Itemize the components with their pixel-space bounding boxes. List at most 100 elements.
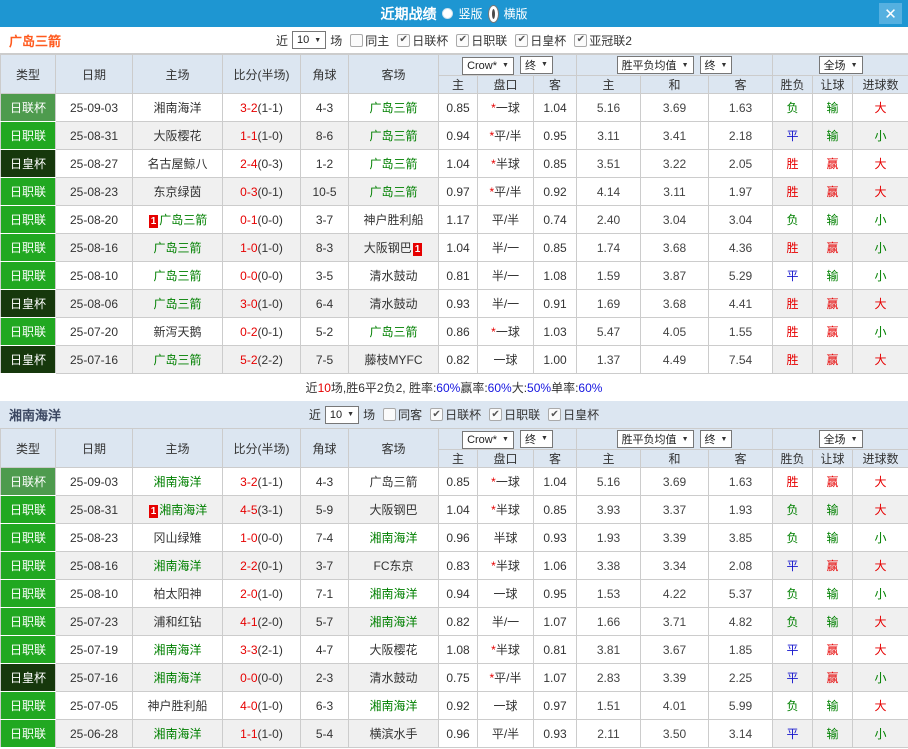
select-value: 全场 xyxy=(823,60,846,72)
results-table: 类型 日期 主场 比分(半场) 角球 客场 Crow* ▼ 终 ▼ 胜平负均值 ▼ 终 ▼ 全场 ▼ 主盘口客主… xyxy=(0,54,908,374)
column-header: 客场 xyxy=(348,54,439,94)
checkbox-checked-icon[interactable]: ✔ xyxy=(397,33,411,47)
subcolumn-header: 和 xyxy=(640,449,709,468)
select-value: 胜平负均值 xyxy=(621,60,677,72)
column-header: 日期 xyxy=(55,428,133,468)
checkbox-checked-icon[interactable]: ✔ xyxy=(489,408,503,421)
halftime-score: (1-0) xyxy=(257,698,283,713)
odds-source-select[interactable]: Crow* ▼ xyxy=(462,430,514,449)
same-venue-filter[interactable]: 同客 xyxy=(383,406,422,423)
fulltime-score: 1-1 xyxy=(240,128,258,143)
fulltime-score: 3-0 xyxy=(240,296,258,311)
away-team-name: 广岛三箭 xyxy=(369,475,418,489)
ah-line: 一球 xyxy=(477,691,534,720)
ah-home-odds: 0.83 xyxy=(438,551,478,580)
checkbox-checked-icon[interactable]: ✔ xyxy=(574,33,588,47)
match-row: 日皇杯 25-08-27 名古屋鲸八 2-4(0-3) 1-2 广岛三箭 1.04 *半球 0.… xyxy=(0,149,908,178)
radio-horizontal-label[interactable]: 横版 xyxy=(504,5,528,22)
odds-source-select[interactable]: 全场 ▼ xyxy=(818,56,863,74)
result-goals: 小 xyxy=(852,719,908,748)
ah-home-odds: 0.96 xyxy=(438,523,478,552)
odds-source-select[interactable]: 终 ▼ xyxy=(519,55,553,74)
corner-count: 5-2 xyxy=(300,317,349,346)
home-team: 广岛三箭 xyxy=(132,233,223,262)
league-filter[interactable]: ✔ 日联杯 xyxy=(397,32,448,49)
eu-draw-odds: 4.22 xyxy=(640,579,709,608)
subcolumn-header: 盘口 xyxy=(477,75,534,94)
checkbox-checked-icon[interactable]: ✔ xyxy=(515,33,529,47)
eu-home-odds: 1.69 xyxy=(576,289,641,318)
subcolumn-header: 让球 xyxy=(812,449,854,468)
home-team-name: 湘南海洋 xyxy=(153,643,202,657)
match-filter: 近 10 ▼ 场同主 ✔ 日联杯 ✔ 日职联 ✔ 日皇杯 ✔ 亚冠联2 xyxy=(276,31,632,49)
away-team-name: 大阪钢巴 xyxy=(369,503,418,517)
header-row-groups: 类型 日期 主场 比分(半场) 角球 客场 Crow* ▼ 终 ▼ 胜平负均值 ▼ 终 ▼ 全场 ▼ xyxy=(0,54,908,94)
checkbox-checked-icon[interactable]: ✔ xyxy=(430,408,444,421)
fulltime-score: 0-1 xyxy=(240,212,258,227)
ah-away-odds: 0.81 xyxy=(533,635,577,664)
corner-count: 5-4 xyxy=(300,719,349,748)
match-count-select[interactable]: 10 ▼ xyxy=(324,405,360,424)
match-score: 3-0(1-0) xyxy=(222,289,301,318)
radio-horizontal-icon[interactable] xyxy=(487,4,499,23)
odds-source-select[interactable]: 全场 ▼ xyxy=(818,430,863,448)
result-goals: 大 xyxy=(852,467,908,496)
league-filter[interactable]: ✔ 亚冠联2 xyxy=(574,32,632,49)
same-venue-filter[interactable]: 同主 xyxy=(350,32,389,49)
halftime-score: (1-0) xyxy=(257,726,283,741)
eu-draw-odds: 3.22 xyxy=(640,149,709,178)
ah-line: 半/一 xyxy=(477,289,534,318)
chevron-down-icon: ▼ xyxy=(681,435,689,443)
ah-line: 一球 xyxy=(477,345,534,374)
odds-source-select[interactable]: 终 ▼ xyxy=(699,56,733,74)
summary-segment: 60% xyxy=(487,380,512,395)
chevron-down-icon: ▼ xyxy=(720,61,728,69)
corner-count: 3-7 xyxy=(300,551,349,580)
summary-segment: 近 xyxy=(305,381,318,395)
halftime-score: (2-2) xyxy=(257,352,283,367)
match-row: 日职联 25-08-10 广岛三箭 0-0(0-0) 3-5 清水鼓动 0.81 半/一 1.0… xyxy=(0,261,908,290)
league-filter-label: 日联杯 xyxy=(445,408,482,422)
odds-source-select[interactable]: 终 ▼ xyxy=(699,430,733,448)
corner-count: 4-7 xyxy=(300,635,349,664)
odds-source-select[interactable]: 胜平负均值 ▼ xyxy=(616,430,694,448)
odds-source-select[interactable]: 胜平负均值 ▼ xyxy=(616,56,694,74)
result-handicap: 赢 xyxy=(812,345,854,374)
match-count-select[interactable]: 10 ▼ xyxy=(292,31,327,49)
ah-home-odds: 0.86 xyxy=(438,317,478,346)
radio-vertical-label[interactable]: 竖版 xyxy=(458,5,482,22)
match-row: 日职联 25-06-28 湘南海洋 1-1(1-0) 5-4 横滨水手 0.96 平/半 0.9… xyxy=(0,719,908,748)
league-filter[interactable]: ✔ 日职联 xyxy=(489,406,540,423)
odds-source-select[interactable]: Crow* ▼ xyxy=(462,56,514,75)
result-goals: 大 xyxy=(852,607,908,636)
result-handicap: 赢 xyxy=(812,635,854,664)
result-goals: 大 xyxy=(852,149,908,178)
ah-line: *一球 xyxy=(477,467,534,496)
league-filter[interactable]: ✔ 日联杯 xyxy=(430,406,481,423)
ah-line-name: 平/半 xyxy=(494,671,522,685)
home-team: 名古屋鲸八 xyxy=(132,149,223,178)
league-filter[interactable]: ✔ 日皇杯 xyxy=(548,406,599,423)
recent-results-window: 近期战绩 竖版 横版 ✕ 广岛三箭近 10 ▼ 场同主 ✔ 日联杯 ✔ 日职联 ✔ 日皇杯 ✔ 亚冠联… xyxy=(0,0,908,749)
match-date: 25-08-31 xyxy=(55,121,133,150)
close-icon[interactable]: ✕ xyxy=(879,3,902,24)
halftime-score: (0-0) xyxy=(257,530,283,545)
select-value: 10 xyxy=(297,34,310,46)
odds-source-select[interactable]: 终 ▼ xyxy=(519,429,553,448)
checkbox-unchecked-icon[interactable] xyxy=(350,33,364,47)
ah-line-name: 半球 xyxy=(495,559,520,573)
eu-home-odds: 5.16 xyxy=(576,93,641,122)
league-filter[interactable]: ✔ 日皇杯 xyxy=(515,32,566,49)
league-filter-label: 日皇杯 xyxy=(530,33,567,48)
eu-draw-odds: 3.69 xyxy=(640,467,709,496)
radio-vertical-icon[interactable] xyxy=(442,8,454,19)
result-goals: 大 xyxy=(852,289,908,318)
result-goals: 小 xyxy=(852,233,908,262)
result-handicap: 赢 xyxy=(812,663,854,692)
fulltime-score: 2-4 xyxy=(240,156,258,171)
checkbox-checked-icon[interactable]: ✔ xyxy=(548,408,562,421)
match-date: 25-08-31 xyxy=(55,495,133,524)
checkbox-unchecked-icon[interactable] xyxy=(383,408,397,421)
league-filter[interactable]: ✔ 日职联 xyxy=(456,32,507,49)
checkbox-checked-icon[interactable]: ✔ xyxy=(456,33,470,47)
